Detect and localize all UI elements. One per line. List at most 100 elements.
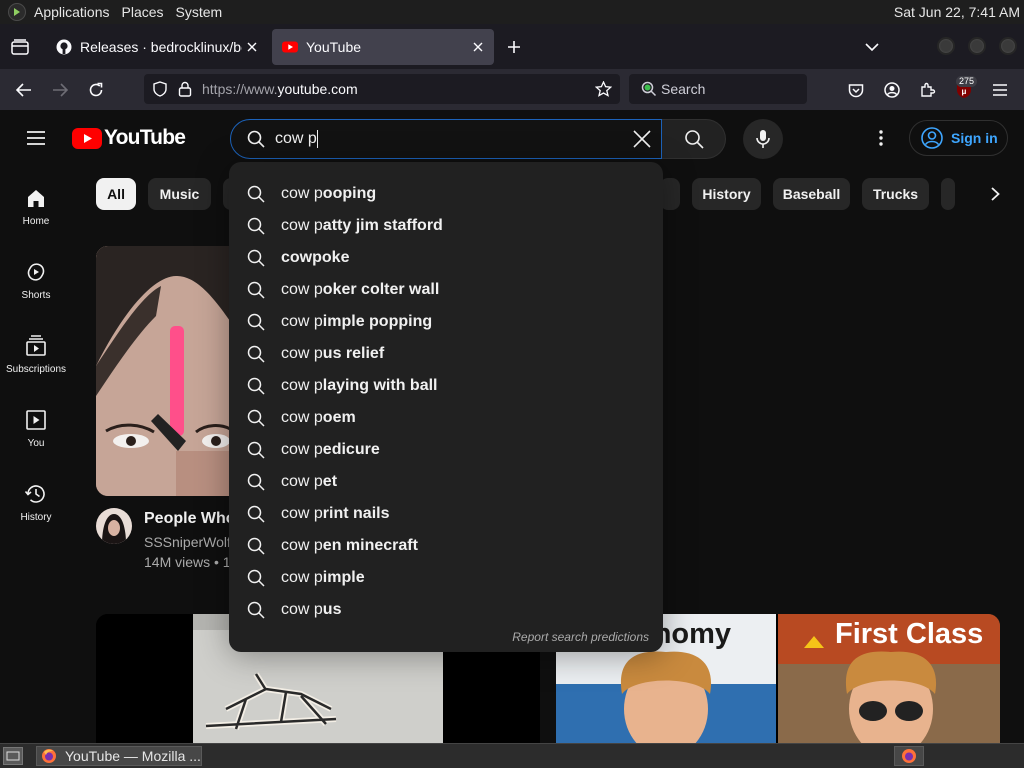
tracking-protection-shield-icon[interactable]	[152, 81, 168, 97]
search-icon	[684, 130, 704, 149]
search-suggestion[interactable]: cow poem	[229, 402, 663, 434]
chip-baseball[interactable]: Baseball	[773, 178, 850, 210]
bookmark-star-icon[interactable]	[595, 81, 612, 97]
chevron-right-icon[interactable]	[983, 182, 1007, 206]
chip-music[interactable]: Music	[148, 178, 211, 210]
avatar[interactable]	[96, 508, 132, 544]
search-icon	[247, 537, 265, 555]
guide-menu-icon[interactable]	[24, 126, 48, 150]
youtube-play-logo-icon	[72, 127, 102, 149]
search-suggestion[interactable]: cow pet	[229, 466, 663, 498]
guide-item-home[interactable]: Home	[0, 170, 72, 244]
search-suggestion[interactable]: cow pus relief	[229, 338, 663, 370]
youtube-wordmark: YouTube	[104, 126, 186, 149]
suggestion-prefix: cow p	[281, 505, 323, 522]
search-suggestion[interactable]: cow playing with ball	[229, 370, 663, 402]
applications-menu[interactable]: Applications	[34, 4, 110, 20]
forward-arrow-icon[interactable]	[50, 80, 70, 100]
firefox-search-box[interactable]: Search	[629, 74, 807, 104]
search-suggestion[interactable]: cow pimple	[229, 562, 663, 594]
suggestion-prefix: cow p	[281, 345, 323, 362]
video-title[interactable]: People Who	[144, 510, 236, 528]
tab-close-icon[interactable]	[242, 37, 262, 57]
tab-youtube[interactable]: YouTube	[272, 29, 494, 65]
suggestion-completion: us	[322, 601, 342, 618]
tab-releases-github[interactable]: Releases · bedrocklinux/bedrock-linux	[46, 29, 268, 65]
chip-trucks[interactable]: Trucks	[862, 178, 929, 210]
maximize-window-button[interactable]	[968, 37, 986, 55]
search-suggestion[interactable]: cow pus	[229, 594, 663, 626]
pocket-icon[interactable]	[846, 80, 866, 100]
search-icon	[247, 441, 265, 459]
search-suggestion[interactable]: cow pedicure	[229, 434, 663, 466]
guide-item-subscriptions[interactable]: Subscriptions	[0, 318, 72, 392]
system-menu[interactable]: System	[176, 4, 223, 20]
taskbar-window-firefox[interactable]: YouTube — Mozilla ...	[36, 746, 202, 766]
search-suggestion[interactable]: cow pimple popping	[229, 306, 663, 338]
places-menu[interactable]: Places	[122, 4, 164, 20]
suggestion-prefix: cow p	[281, 537, 323, 554]
report-search-predictions-link[interactable]: Report search predictions	[512, 630, 649, 644]
suggestion-prefix: cow p	[281, 601, 323, 618]
url-text: https://www.youtube.com	[202, 81, 358, 97]
search-engine-icon[interactable]	[641, 81, 657, 97]
chip-partial[interactable]	[660, 178, 680, 210]
workspace-switcher[interactable]	[894, 746, 924, 766]
sign-in-button[interactable]: Sign in	[909, 120, 1008, 156]
search-suggestion[interactable]: cow print nails	[229, 498, 663, 530]
distro-logo-icon[interactable]	[8, 3, 26, 21]
firefox-logo-icon	[42, 749, 56, 763]
guide-item-shorts[interactable]: Shorts	[0, 244, 72, 318]
firefox-logo-icon	[902, 749, 916, 763]
chip-partial[interactable]	[941, 178, 955, 210]
extensions-puzzle-icon[interactable]	[918, 80, 938, 100]
firefox-navigation-toolbar: https://www.youtube.com Search μ	[0, 69, 1024, 110]
settings-more-vertical-icon[interactable]	[869, 126, 893, 150]
suggestion-text: cow pimple popping	[281, 313, 432, 331]
clear-search-icon[interactable]	[629, 126, 655, 152]
search-suggestion[interactable]: cow patty jim stafford	[229, 210, 663, 242]
hamburger-menu-icon[interactable]	[990, 80, 1010, 100]
firefox-view-icon[interactable]	[10, 37, 30, 57]
taskbar-window-title: YouTube — Mozilla ...	[65, 748, 201, 764]
search-suggestion[interactable]: cow pen minecraft	[229, 530, 663, 562]
suggestion-completion: en minecraft	[322, 537, 418, 554]
subscriptions-icon	[26, 335, 46, 356]
search-suggestion[interactable]: cowpoke	[229, 242, 663, 274]
youtube-search-button[interactable]	[662, 119, 726, 159]
lock-icon[interactable]	[178, 81, 192, 97]
list-all-tabs-chevron-icon[interactable]	[862, 37, 882, 57]
search-suggestion[interactable]: cow pooping	[229, 178, 663, 210]
account-circle-icon	[921, 127, 943, 149]
video-meta: 14M views • 1	[144, 554, 231, 570]
url-bar[interactable]: https://www.youtube.com	[144, 74, 620, 104]
guide-item-history[interactable]: History	[0, 466, 72, 540]
suggestion-prefix: cow p	[281, 185, 323, 202]
search-suggestion[interactable]: cow poker colter wall	[229, 274, 663, 306]
chip-all[interactable]: All	[96, 178, 136, 210]
tab-close-icon[interactable]	[468, 37, 488, 57]
suggestion-text: cow pooping	[281, 185, 376, 203]
reload-icon[interactable]	[86, 80, 106, 100]
minimize-window-button[interactable]	[937, 37, 955, 55]
panel-clock[interactable]: Sat Jun 22, 7:41 AM	[894, 4, 1020, 20]
voice-search-button[interactable]	[743, 119, 783, 159]
youtube-logo[interactable]: YouTube	[72, 126, 186, 150]
account-icon[interactable]	[882, 80, 902, 100]
suggestion-completion: rint nails	[322, 505, 390, 522]
suggestion-completion: cowpoke	[281, 249, 350, 266]
back-arrow-icon[interactable]	[14, 80, 34, 100]
show-desktop-icon[interactable]	[3, 747, 23, 765]
chip-history[interactable]: History	[692, 178, 761, 210]
close-window-button[interactable]	[999, 37, 1017, 55]
suggestion-prefix: cow p	[281, 281, 323, 298]
new-tab-plus-icon[interactable]	[504, 37, 524, 57]
search-icon	[247, 281, 265, 299]
guide-item-you[interactable]: You	[0, 392, 72, 466]
suggestion-completion: imple popping	[322, 313, 433, 330]
history-icon	[24, 485, 45, 503]
youtube-search-input[interactable]: cow p	[230, 119, 662, 159]
suggestion-text: cowpoke	[281, 249, 349, 267]
video-thumbnail[interactable]	[96, 246, 230, 496]
channel-name[interactable]: SSSniperWolf	[144, 534, 231, 550]
